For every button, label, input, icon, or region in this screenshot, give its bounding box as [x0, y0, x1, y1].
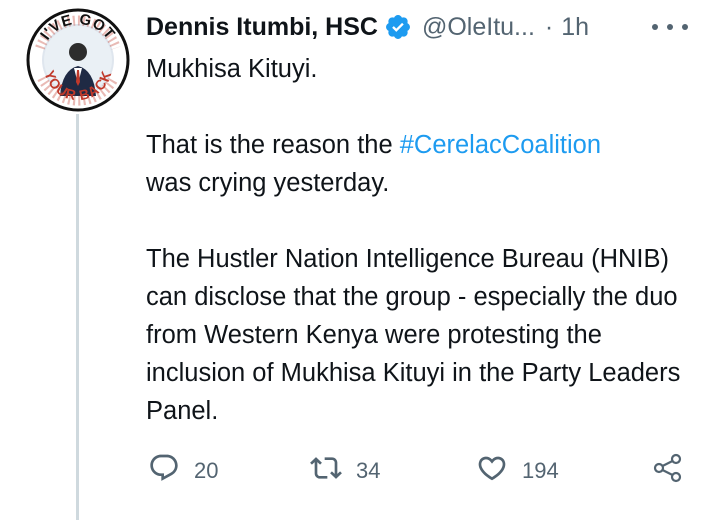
tweet-text-p2-post: was crying yesterday.	[146, 169, 390, 197]
reply-count: 20	[194, 458, 219, 483]
tweet-text-line1: Mukhisa Kituyi.	[146, 55, 318, 83]
hashtag-link[interactable]: #CerelacCoalition	[400, 131, 601, 159]
separator-dot: ·	[544, 12, 554, 41]
reply-button[interactable]: 20	[148, 452, 218, 490]
tweet-body: Mukhisa Kituyi. That is the reason the #…	[146, 50, 706, 430]
verified-badge-icon	[384, 13, 412, 41]
like-count: 194	[522, 458, 559, 483]
tweet-text-paragraph2: That is the reason the #CerelacCoalition…	[146, 126, 706, 202]
reply-icon	[148, 452, 180, 490]
like-button[interactable]: 194	[476, 452, 559, 490]
heart-icon	[476, 452, 508, 490]
tweet-header: Dennis Itumbi, HSC @OleItu... · 1h	[146, 10, 589, 44]
action-bar: 20 34 194	[0, 452, 720, 488]
avatar[interactable]: I'VE GOT YOUR BACK	[26, 8, 130, 112]
author-name[interactable]: Dennis Itumbi, HSC	[146, 13, 378, 42]
retweet-button[interactable]: 34	[310, 452, 380, 490]
tweet-text-paragraph3: The Hustler Nation Intelligence Bureau (…	[146, 245, 681, 425]
more-options-icon[interactable]	[652, 14, 688, 40]
retweet-icon	[310, 452, 342, 490]
tweet-text-p2-pre: That is the reason the	[146, 131, 400, 159]
share-icon	[652, 452, 684, 490]
share-button[interactable]	[652, 452, 684, 490]
retweet-count: 34	[356, 458, 381, 483]
avatar-image: I'VE GOT YOUR BACK	[26, 8, 130, 112]
author-handle[interactable]: @OleItu...	[422, 13, 535, 42]
timestamp[interactable]: 1h	[561, 13, 589, 42]
